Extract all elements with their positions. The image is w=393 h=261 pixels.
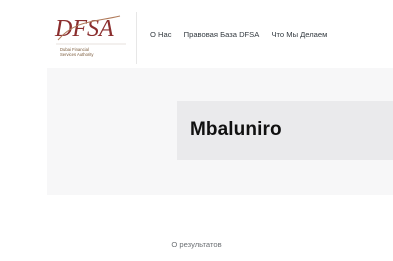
search-query-card: Mbaluniro bbox=[177, 101, 393, 160]
dfsa-logo[interactable]: DFSA Dubai Financial Services Authority bbox=[50, 10, 136, 62]
logo-subtitle-2: Services Authority bbox=[60, 52, 94, 57]
results-count: О результатов bbox=[171, 240, 222, 249]
header-divider bbox=[136, 12, 137, 64]
search-query-text: Mbaluniro bbox=[190, 119, 282, 140]
dfsa-logo-icon: DFSA Dubai Financial Services Authority bbox=[54, 15, 126, 57]
nav-item-legal-base[interactable]: Правовая База DFSA bbox=[184, 30, 260, 39]
logo-mark: DFSA bbox=[54, 16, 114, 42]
main-nav: О Нас Правовая База DFSA Что Мы Делаем bbox=[150, 30, 337, 39]
nav-item-about[interactable]: О Нас bbox=[150, 30, 172, 39]
site-header: DFSA Dubai Financial Services Authority … bbox=[0, 0, 393, 68]
nav-item-what-we-do[interactable]: Что Мы Делаем bbox=[271, 30, 327, 39]
